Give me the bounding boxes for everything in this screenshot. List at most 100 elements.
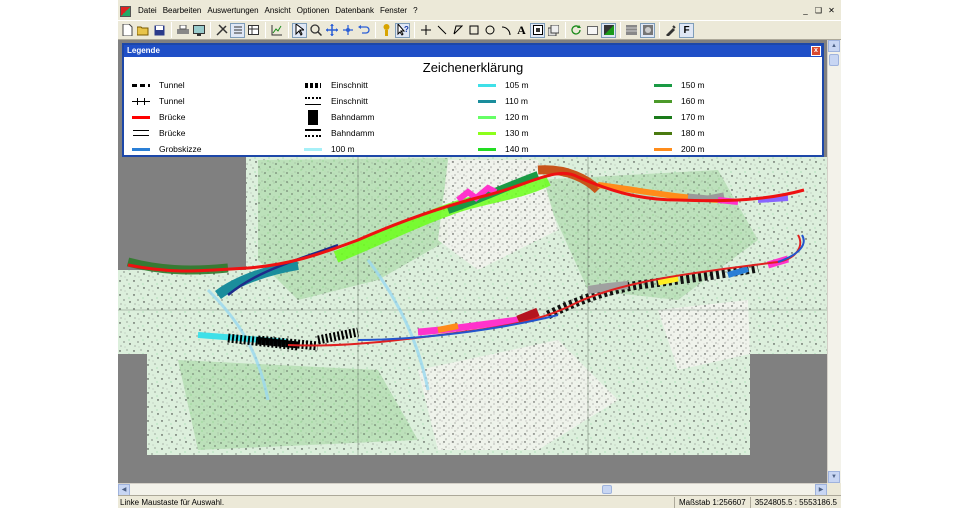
legend-item: Grobskizze [132, 141, 202, 157]
legend-window: Legende x Zeichenerklärung Tunnel Tunnel… [122, 43, 824, 157]
refresh-icon[interactable] [569, 23, 584, 38]
fill-icon[interactable] [601, 22, 616, 38]
crosshair-icon[interactable] [418, 23, 433, 38]
vertical-scrollbar[interactable]: ▲ ▼ [827, 40, 841, 483]
menu-optionen[interactable]: Optionen [294, 5, 332, 17]
legend-label: 150 m [681, 80, 705, 90]
tools-icon[interactable] [214, 23, 229, 38]
menu-bearbeiten[interactable]: Bearbeiten [160, 5, 205, 17]
print-icon[interactable] [175, 23, 190, 38]
legend-item: 180 m [654, 125, 705, 141]
menu-ansicht[interactable]: Ansicht [262, 5, 294, 17]
scale-readout: Maßstab 1:256607 [673, 496, 750, 508]
svg-text:?: ? [404, 25, 409, 34]
undo-icon[interactable] [356, 23, 371, 38]
sketch-line-icon [132, 144, 150, 154]
info-icon[interactable] [379, 23, 394, 38]
open-folder-icon[interactable] [136, 23, 151, 38]
legend-label: Tunnel [159, 96, 185, 106]
toolbar-separator [659, 22, 660, 38]
scroll-up-icon[interactable]: ▲ [828, 40, 840, 52]
list-icon[interactable] [230, 22, 245, 38]
legend-label: Einschnitt [331, 96, 368, 106]
legend-item: Tunnel [132, 93, 202, 109]
legend-label: Bahndamm [331, 112, 375, 122]
toolbar-separator [265, 22, 266, 38]
scroll-down-icon[interactable]: ▼ [828, 471, 840, 483]
table-icon[interactable] [246, 23, 261, 38]
legend-item: 200 m [654, 141, 705, 157]
layers-icon[interactable] [546, 23, 561, 38]
toolbar-separator [620, 22, 621, 38]
polyline-tool-icon[interactable] [450, 23, 465, 38]
elevation-100-swatch [304, 144, 322, 154]
legend-label: Einschnitt [331, 80, 368, 90]
close-icon[interactable]: ✕ [826, 6, 837, 16]
application-window: Datei Bearbeiten Auswertungen Ansicht Op… [118, 0, 841, 508]
legend-label: Brücke [159, 112, 186, 122]
menu-help[interactable]: ? [410, 5, 420, 17]
legend-label: Brücke [159, 128, 186, 138]
legend-label: 110 m [505, 96, 528, 106]
close-icon[interactable]: x [811, 46, 821, 56]
text-tool-icon[interactable]: A [514, 23, 529, 38]
legend-title-bar[interactable]: Legende x [124, 45, 822, 57]
menu-datenbank[interactable]: Datenbank [332, 5, 377, 17]
elevation-170-swatch [654, 112, 672, 122]
help-pointer-icon[interactable]: ? [395, 22, 410, 38]
cut-icon [304, 80, 322, 90]
frame-icon[interactable] [585, 23, 600, 38]
legend-label: Grobskizze [159, 144, 202, 154]
monitor-icon[interactable] [191, 23, 206, 38]
legend-item: 100 m [304, 141, 374, 157]
image-tool-icon[interactable] [530, 22, 545, 38]
stamp-icon[interactable] [640, 22, 655, 38]
restore-icon[interactable]: ❑ [813, 6, 824, 16]
new-file-icon[interactable] [120, 23, 135, 38]
status-bar: Linke Maustaste für Auswahl. Maßstab 1:2… [118, 495, 841, 508]
grid-icon[interactable] [624, 23, 639, 38]
coordinate-readout: 3524805.5 : 5553186.5 [749, 496, 841, 508]
toolbar-separator [414, 22, 415, 38]
font-button-label: F [683, 24, 690, 36]
horizontal-scroll-thumb[interactable] [602, 485, 612, 494]
elevation-band-200 [437, 323, 459, 333]
elevation-105-swatch [478, 80, 496, 90]
legend-label: 170 m [681, 112, 705, 122]
legend-item: 130 m [478, 125, 529, 141]
circle-tool-icon[interactable] [482, 23, 497, 38]
legend-label: 200 m [681, 144, 705, 154]
menu-auswertungen[interactable]: Auswertungen [204, 5, 261, 17]
menu-datei[interactable]: Datei [135, 5, 160, 17]
app-icon[interactable] [120, 5, 131, 17]
legend-label: 180 m [681, 128, 705, 138]
bridge-double-icon [132, 128, 150, 138]
arc-tool-icon[interactable] [498, 23, 513, 38]
legend-label: 120 m [505, 112, 529, 122]
horizontal-scrollbar[interactable]: ◀ ▶ [118, 483, 827, 496]
elevation-180-swatch [654, 128, 672, 138]
legend-column-elevations-high: 150 m 160 m 170 m 180 m 200 m [654, 77, 705, 157]
minimize-icon[interactable]: _ [800, 6, 811, 16]
pan-icon[interactable] [324, 23, 339, 38]
map-view[interactable]: Legende x Zeichenerklärung Tunnel Tunnel… [118, 40, 827, 483]
cut-hatched-icon [304, 96, 322, 106]
pointer-icon[interactable] [292, 22, 307, 38]
save-icon[interactable] [152, 23, 167, 38]
legend-column-routes: Tunnel Tunnel Brücke Brücke Grobskizze [132, 77, 202, 157]
line-tool-icon[interactable] [434, 23, 449, 38]
move-icon[interactable] [340, 23, 355, 38]
zoom-icon[interactable] [308, 23, 323, 38]
bridge-line-icon [132, 112, 150, 122]
legend-item: Brücke [132, 125, 202, 141]
font-icon[interactable]: F [679, 22, 694, 38]
legend-item: Tunnel [132, 77, 202, 93]
rectangle-tool-icon[interactable] [466, 23, 481, 38]
chart-icon[interactable] [269, 23, 284, 38]
legend-label: Bahndamm [331, 128, 375, 138]
menu-bar: Datei Bearbeiten Auswertungen Ansicht Op… [118, 4, 841, 18]
menu-fenster[interactable]: Fenster [377, 5, 410, 17]
legend-item: 150 m [654, 77, 705, 93]
pen-icon[interactable] [663, 23, 678, 38]
vertical-scroll-thumb[interactable] [829, 54, 839, 66]
